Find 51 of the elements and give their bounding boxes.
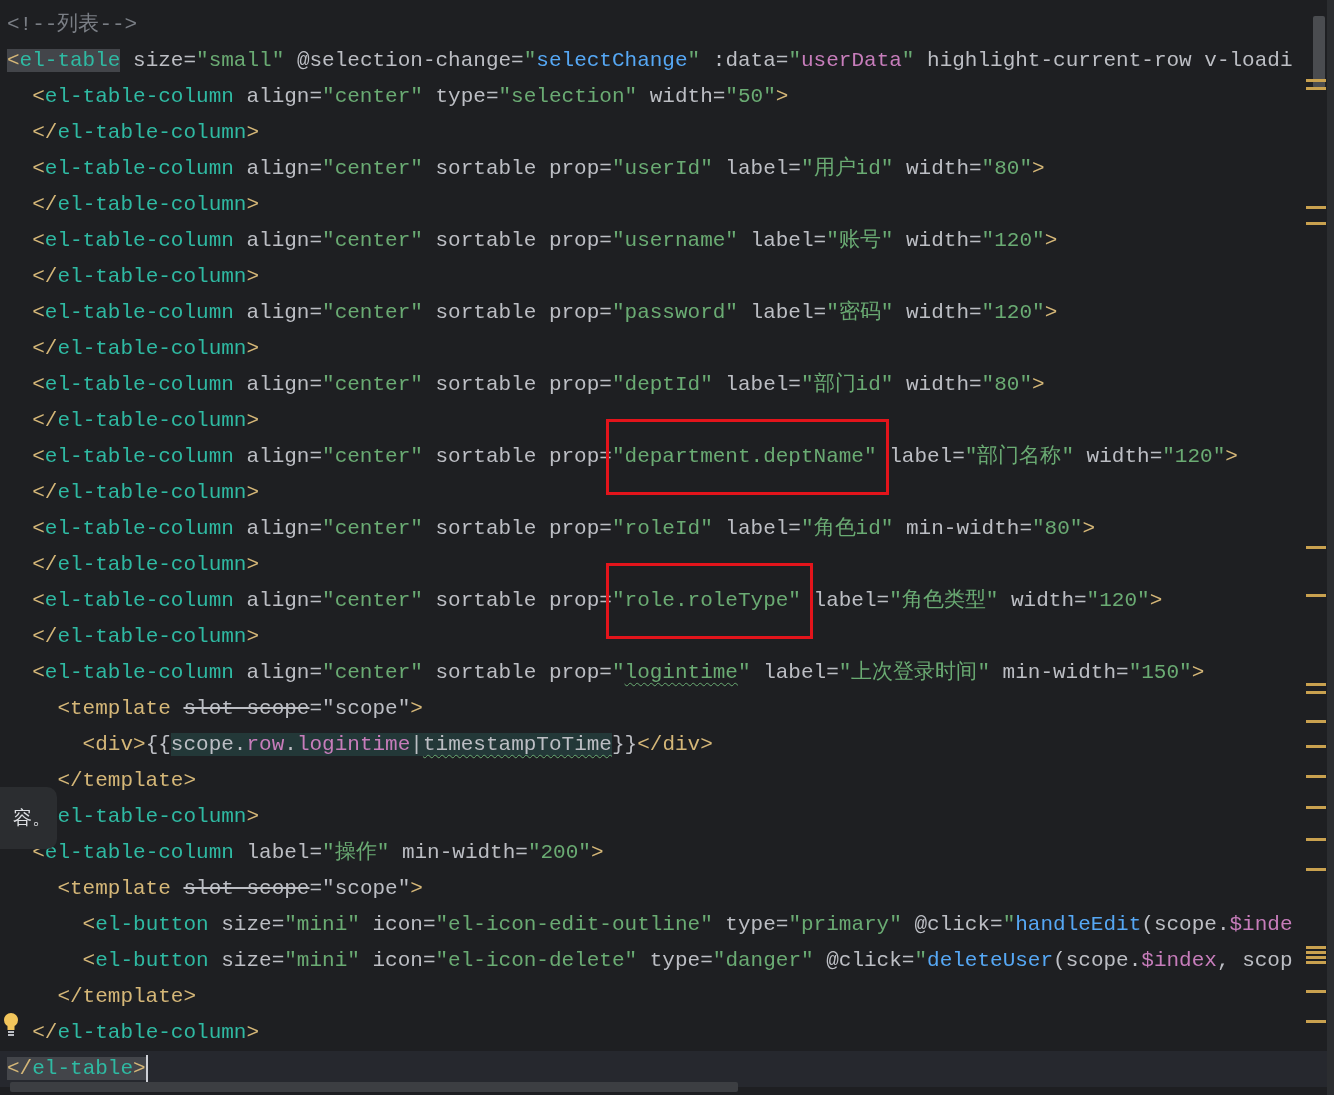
error-stripe-mark[interactable]: [1306, 87, 1326, 90]
code-line: el-table-column>: [57, 804, 260, 831]
code-line: <el-table-column align="center" sortable prop="userId" label="用户id" width="80">: [32, 155, 1045, 183]
code-line: </el-table-column>: [32, 264, 260, 291]
error-stripe-mark[interactable]: [1306, 222, 1326, 225]
error-stripe-mark[interactable]: [1306, 838, 1326, 841]
code-line: <template slot-scope="scope">: [57, 876, 423, 903]
error-stripe-mark[interactable]: [1306, 868, 1326, 871]
code-line: </el-table>: [7, 1056, 146, 1083]
error-stripe-mark[interactable]: [1306, 951, 1326, 954]
code-line: </el-table-column>: [32, 1020, 260, 1047]
error-stripe-mark[interactable]: [1306, 961, 1326, 964]
code-line: </template>: [57, 984, 197, 1011]
error-stripe-mark[interactable]: [1306, 683, 1326, 686]
vertical-scrollbar-thumb[interactable]: [1313, 16, 1325, 88]
code-line: </template>: [57, 768, 197, 795]
tooltip-text: 容。: [13, 805, 51, 830]
code-line: <el-table-column align="center" sortable prop="password" label="密码" width="120">: [32, 299, 1058, 327]
code-line: </el-table-column>: [32, 120, 260, 147]
error-stripe-mark[interactable]: [1306, 946, 1326, 949]
error-stripe-mark[interactable]: [1306, 745, 1326, 748]
error-stripe-mark[interactable]: [1306, 691, 1326, 694]
error-stripe-mark[interactable]: [1306, 720, 1326, 723]
error-stripe-mark[interactable]: [1306, 206, 1326, 209]
error-stripe-mark[interactable]: [1306, 1020, 1326, 1023]
error-stripe-mark[interactable]: [1306, 956, 1326, 959]
code-line: </el-table-column>: [32, 408, 260, 435]
code-line: <el-table-column align="center" sortable prop="roleId" label="角色id" min-width="80">: [32, 516, 1096, 543]
code-line: <div>{{scope.row.logintime|timestampToTime}}</div>: [82, 732, 713, 759]
error-stripe-mark[interactable]: [1306, 806, 1326, 809]
code-line: <el-table size="small" @selection-change="selectChange" :data="userData" highlight-current-row v-loadi: [7, 48, 1293, 75]
code-line: <template slot-scope="scope">: [57, 696, 423, 723]
code-line: <el-button size="mini" icon="el-icon-delete" type="danger" @click="deleteUser(scope.$index, scop: [82, 948, 1293, 975]
error-stripe-mark[interactable]: [1306, 990, 1326, 993]
code-line: <el-button size="mini" icon="el-icon-edit-outline" type="primary" @click="handleEdit(scope.$inde: [82, 912, 1293, 939]
error-stripe-mark[interactable]: [1306, 79, 1326, 82]
code-line: <!--列表-->: [7, 11, 138, 39]
code-line: <el-table-column align="center" type="selection" width="50">: [32, 84, 789, 111]
code-line: </el-table-column>: [32, 624, 260, 651]
code-line: <el-table-column align="center" sortable prop="deptId" label="部门id" width="80">: [32, 371, 1045, 399]
code-line: </el-table-column>: [32, 552, 260, 579]
code-line: <el-table-column align="center" sortable prop="logintime" label="上次登录时间" min-width="150">: [32, 659, 1205, 687]
horizontal-scrollbar-thumb[interactable]: [10, 1082, 738, 1092]
text-cursor: [145, 1055, 148, 1083]
code-line: </el-table-column>: [32, 192, 260, 219]
error-stripe-mark[interactable]: [1306, 546, 1326, 549]
error-stripe-mark[interactable]: [1306, 775, 1326, 778]
code-line: </el-table-column>: [32, 336, 260, 363]
code-line: </el-table-column>: [32, 480, 260, 507]
error-stripe-mark[interactable]: [1306, 594, 1326, 597]
code-line: <el-table-column align="center" sortable prop="username" label="账号" width="120">: [32, 228, 1058, 255]
